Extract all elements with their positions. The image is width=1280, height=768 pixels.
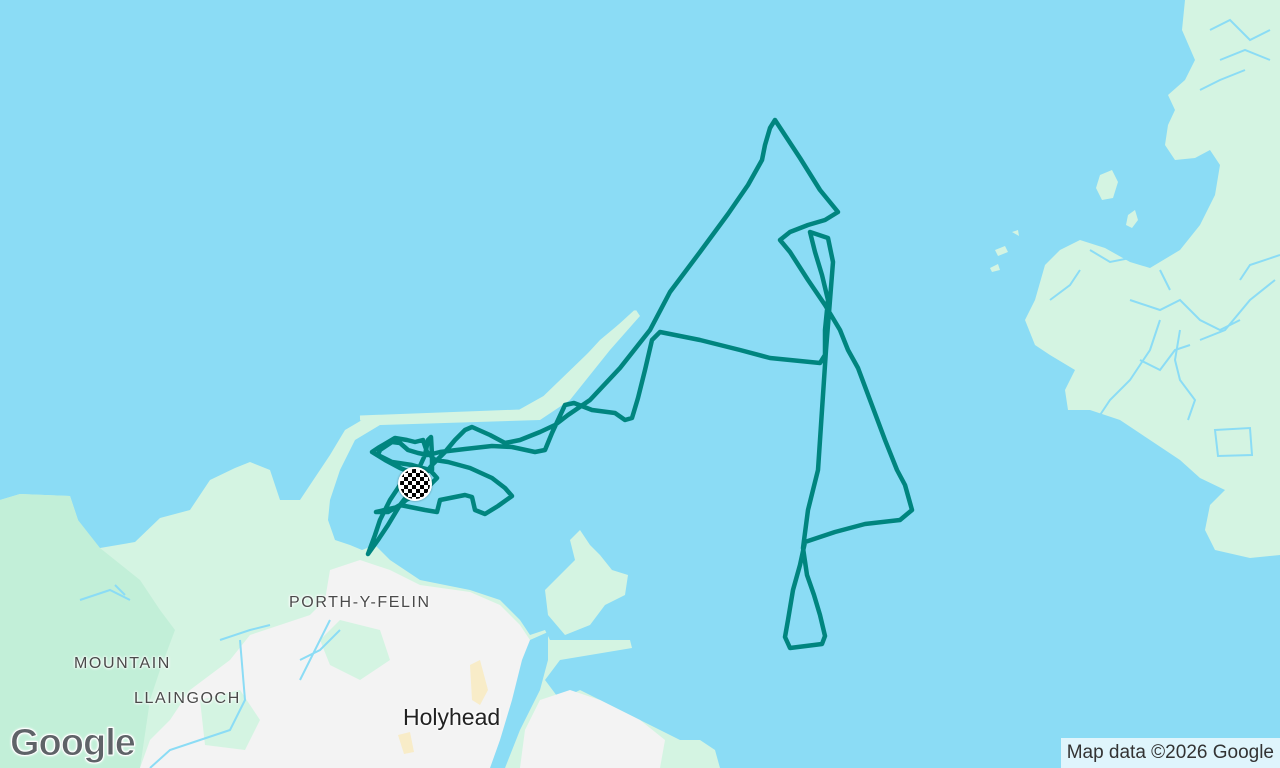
land-headland bbox=[545, 530, 628, 635]
place-label-llaingoch: LLAINGOCH bbox=[134, 690, 241, 707]
gps-track bbox=[365, 117, 915, 651]
map-canvas[interactable]: PORTH-Y-FELIN MOUNTAIN LLAINGOCH Holyhea… bbox=[0, 0, 1280, 768]
map-base-layer bbox=[0, 0, 1280, 768]
place-label-holyhead: Holyhead bbox=[403, 704, 501, 730]
google-logo[interactable]: Google bbox=[10, 722, 137, 765]
island-tiny bbox=[1126, 210, 1138, 228]
place-label-mountain: MOUNTAIN bbox=[74, 655, 171, 672]
checkered-flag-icon[interactable] bbox=[398, 467, 432, 501]
island-small bbox=[1096, 170, 1118, 200]
rocks bbox=[990, 230, 1019, 272]
place-label-porth-y-felin: PORTH-Y-FELIN bbox=[289, 594, 431, 611]
urban-east bbox=[520, 690, 665, 768]
map-attribution[interactable]: Map data ©2026 Google bbox=[1060, 738, 1280, 768]
